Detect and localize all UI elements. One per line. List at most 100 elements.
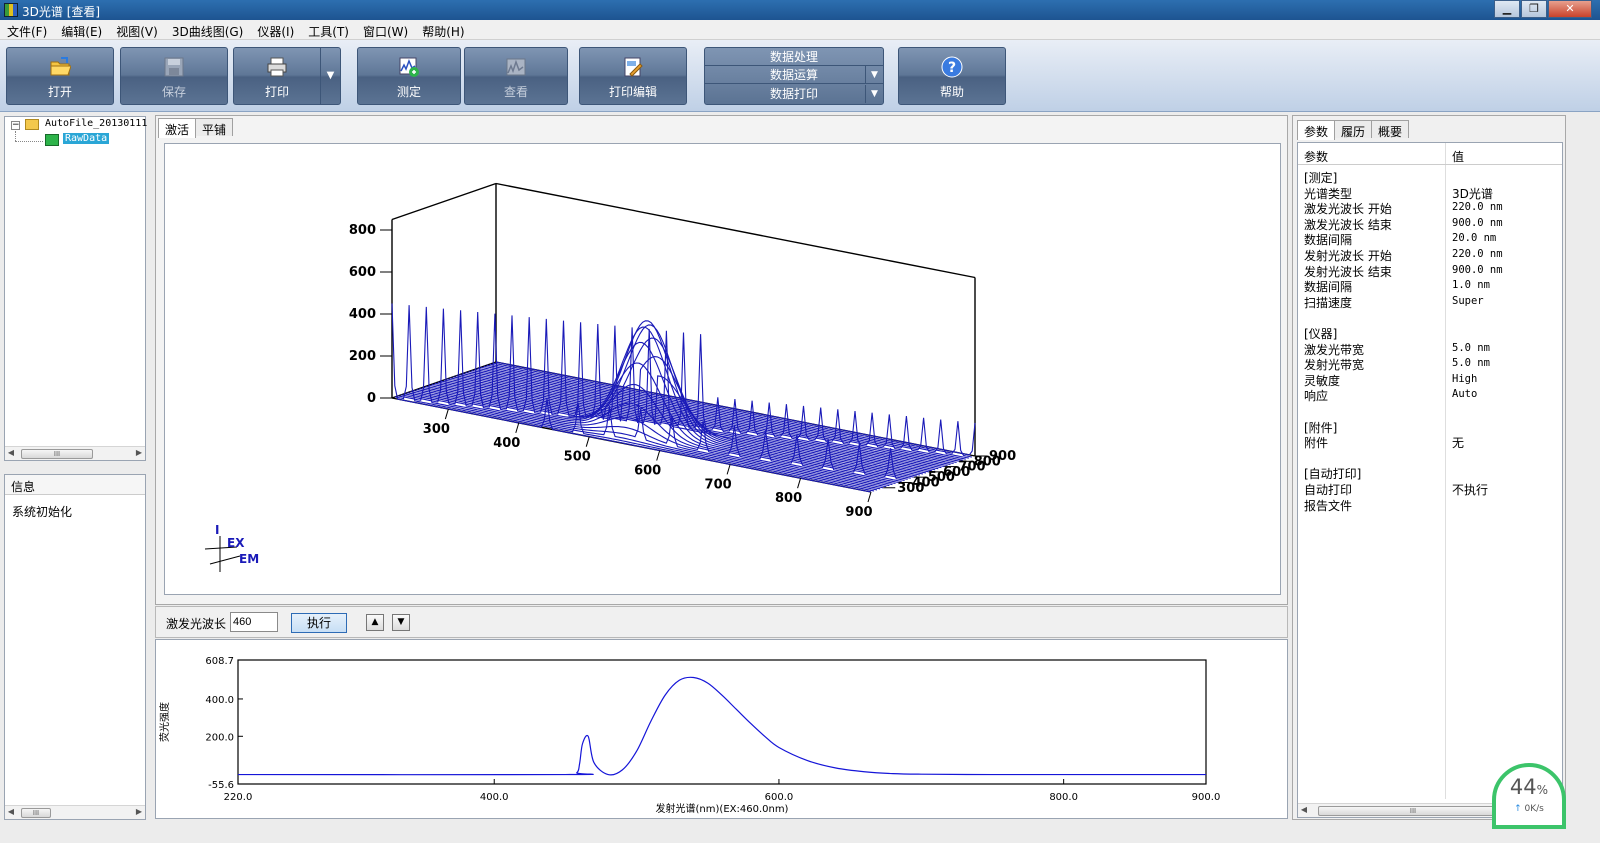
property-key: 激发光波长 开始 — [1304, 202, 1392, 217]
chevron-down-icon: ▼ — [865, 85, 883, 103]
excitation-control-bar: 激发光波长 执行 ▲ ▼ — [155, 606, 1288, 638]
close-button[interactable]: ✕ — [1548, 0, 1592, 18]
tab-tiled-view[interactable]: 平铺 — [195, 118, 234, 137]
collapse-toggle[interactable]: − — [11, 121, 20, 130]
view-button[interactable]: 查看 — [464, 47, 568, 105]
print-button[interactable]: 打印 ▼ — [233, 47, 341, 105]
step-down-button[interactable]: ▼ — [392, 614, 410, 631]
open-button[interactable]: 打开 — [6, 47, 114, 105]
excitation-label: 激发光波长 — [166, 617, 227, 631]
property-value: 220.0 nm — [1452, 201, 1503, 214]
property-row[interactable]: 发射光带宽 5.0 nm — [1304, 356, 1564, 372]
property-row[interactable]: 灵敏度 High — [1304, 372, 1564, 388]
save-button[interactable]: 保存 — [120, 47, 228, 105]
measure-button[interactable]: 测定 — [357, 47, 461, 105]
tree-child-label[interactable]: RawData — [63, 133, 110, 144]
property-row[interactable]: 扫描速度 Super — [1304, 294, 1564, 310]
property-key: 数据间隔 — [1304, 233, 1353, 248]
net-percent-unit: % — [1536, 783, 1549, 797]
property-row[interactable] — [1304, 309, 1564, 325]
axis-em-line — [209, 555, 241, 565]
axis-em-label: EM — [239, 552, 259, 566]
menu-tools[interactable]: 工具(T) — [301, 20, 356, 40]
excitation-wavelength-input[interactable] — [230, 612, 278, 632]
property-row[interactable] — [1304, 403, 1564, 419]
property-value: 20.0 nm — [1452, 232, 1497, 245]
property-row[interactable]: [附件] — [1304, 419, 1564, 435]
tree-root-label[interactable]: AutoFile_20130111 — [45, 118, 147, 129]
tab-active-view[interactable]: 激活 — [158, 118, 197, 138]
property-key: 报告文件 — [1304, 498, 1353, 513]
toolbar: 打开 保存 打印 ▼ 测定 查看 打印编辑 数据处理 数据运算 ▼ 数据打印 ▼… — [0, 40, 1600, 112]
x-tick-label: 900.0 — [1192, 792, 1221, 803]
em-tick-label: 700 — [705, 477, 732, 492]
info-hscrollbar[interactable]: ◀ III ▶ — [5, 805, 145, 819]
plot-frame — [237, 659, 1207, 785]
maximize-button[interactable]: ❐ — [1521, 0, 1547, 18]
print-dropdown-arrow[interactable]: ▼ — [320, 48, 340, 104]
em-tick — [656, 450, 661, 461]
data-print-dropdown[interactable]: 数据打印 ▼ — [705, 85, 883, 103]
property-row[interactable]: 数据间隔 20.0 nm — [1304, 231, 1564, 247]
tree-hscrollbar[interactable]: ◀ III ▶ — [5, 446, 145, 460]
spectrum-curve — [450, 377, 930, 473]
app-icon — [4, 3, 18, 17]
upload-arrow-icon: ↑ — [1514, 804, 1525, 814]
y-tick-label: -55.6 — [208, 780, 234, 791]
step-up-button[interactable]: ▲ — [366, 614, 384, 631]
menu-3d-graph[interactable]: 3D曲线图(G) — [165, 20, 251, 40]
property-value: High — [1452, 372, 1478, 385]
property-row[interactable] — [1304, 450, 1564, 466]
property-row[interactable]: 附件 无 — [1304, 434, 1564, 450]
property-row[interactable]: 激发光带宽 5.0 nm — [1304, 341, 1564, 357]
menu-edit[interactable]: 编辑(E) — [54, 20, 109, 40]
help-button[interactable]: ? 帮助 — [898, 47, 1006, 105]
property-row[interactable]: 发射光波长 开始 220.0 nm — [1304, 247, 1564, 263]
spectrum-2d-panel: 220.0 400.0 600.0 800.0 900.0 608.7 400.0 200.0… — [155, 639, 1288, 819]
property-row[interactable]: 发射光波长 结束 900.0 nm — [1304, 263, 1564, 279]
menu-instrument[interactable]: 仪器(I) — [250, 20, 301, 40]
property-row[interactable]: 激发光波长 开始 220.0 nm — [1304, 200, 1564, 216]
print-edit-icon — [624, 57, 643, 77]
minimize-button[interactable]: ▁ — [1494, 0, 1520, 18]
tab-parameters[interactable]: 参数 — [1297, 120, 1336, 140]
data-icon — [45, 134, 59, 146]
property-row[interactable]: 自动打印 不执行 — [1304, 481, 1564, 497]
tab-summary[interactable]: 概要 — [1371, 120, 1410, 139]
y-axis-label: 荧光强度 — [158, 702, 171, 742]
property-row[interactable]: 报告文件 — [1304, 497, 1564, 513]
em-tick — [444, 408, 449, 420]
data-operation-label: 数据运算 — [769, 68, 818, 82]
menu-file[interactable]: 文件(F) — [0, 20, 54, 40]
tab-history[interactable]: 履历 — [1334, 120, 1373, 139]
data-operation-dropdown[interactable]: 数据运算 ▼ — [705, 66, 883, 84]
orientation-indicator-icon: I EX EM — [204, 523, 259, 572]
print-edit-button[interactable]: 打印编辑 — [579, 47, 687, 105]
plot3d-svg: 0200400600800300400500600700800900300400… — [204, 182, 1016, 572]
property-row[interactable]: 数据间隔 1.0 nm — [1304, 278, 1564, 294]
property-key: [自动打印] — [1304, 467, 1362, 482]
svg-text:?: ? — [948, 60, 956, 76]
property-key: [测定] — [1304, 171, 1338, 185]
spectra-curves — [391, 303, 976, 493]
property-value: Super — [1452, 294, 1484, 307]
menu-window[interactable]: 窗口(W) — [356, 20, 415, 40]
property-row[interactable]: [仪器] — [1304, 325, 1564, 341]
help-label: 帮助 — [939, 85, 964, 99]
center-tab-strip: 激活 平铺 — [158, 118, 234, 138]
grid-header: 参数 值 — [1298, 143, 1562, 165]
property-row[interactable]: 激发光波长 结束 900.0 nm — [1304, 216, 1564, 232]
em-tick-label: 900 — [845, 505, 872, 520]
menu-help[interactable]: 帮助(H) — [415, 20, 471, 40]
property-key: [仪器] — [1304, 327, 1338, 341]
property-value: 220.0 nm — [1452, 248, 1503, 260]
printer-icon — [267, 57, 287, 77]
property-row[interactable]: [自动打印] — [1304, 465, 1564, 481]
network-speed-widget[interactable]: 44% ↑ 0K/s — [1492, 763, 1566, 829]
property-row[interactable]: [测定] — [1304, 169, 1564, 185]
property-row[interactable]: 响应 Auto — [1304, 387, 1564, 403]
menu-view[interactable]: 视图(V) — [109, 20, 165, 40]
property-row[interactable]: 光谱类型 3D光谱 — [1304, 185, 1564, 201]
execute-button[interactable]: 执行 — [291, 613, 347, 633]
y-tick-label: 400.0 — [205, 695, 234, 706]
